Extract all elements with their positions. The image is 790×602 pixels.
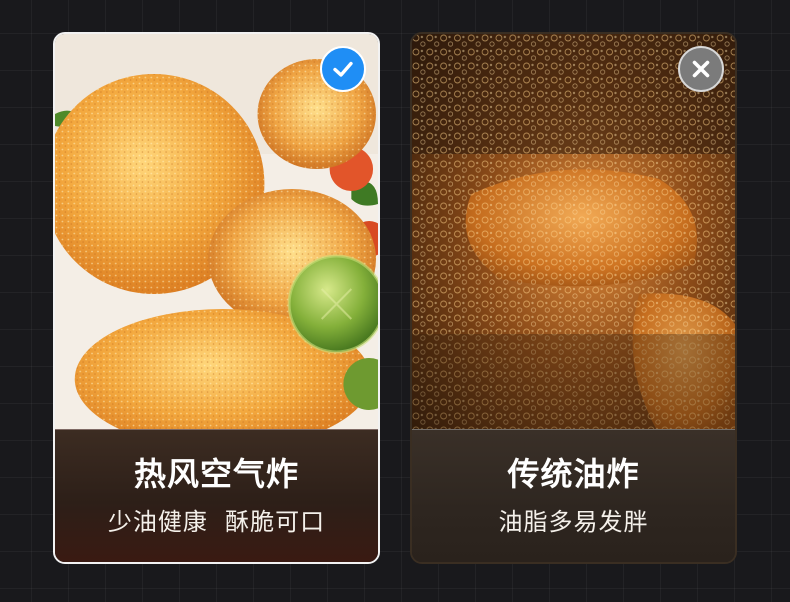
deep-fry-card: 传统油炸 油脂多易发胖: [410, 32, 737, 564]
air-fryer-caption: 热风空气炸 少油健康 酥脆可口: [55, 429, 378, 562]
close-icon: [692, 60, 710, 78]
check-icon: [333, 61, 353, 77]
air-fried-food-photo: [55, 34, 378, 434]
air-fryer-title: 热风空气炸: [133, 455, 299, 493]
cross-badge: [678, 46, 724, 92]
check-badge: [320, 46, 366, 92]
deep-fry-title: 传统油炸: [507, 455, 640, 493]
air-fryer-card: 热风空气炸 少油健康 酥脆可口: [53, 32, 380, 564]
deep-fry-caption: 传统油炸 油脂多易发胖: [412, 429, 735, 562]
air-fryer-subtitle: 少油健康 酥脆可口: [107, 508, 326, 536]
deep-fried-food-photo: [412, 34, 735, 434]
deep-fry-subtitle: 油脂多易发胖: [498, 508, 649, 536]
